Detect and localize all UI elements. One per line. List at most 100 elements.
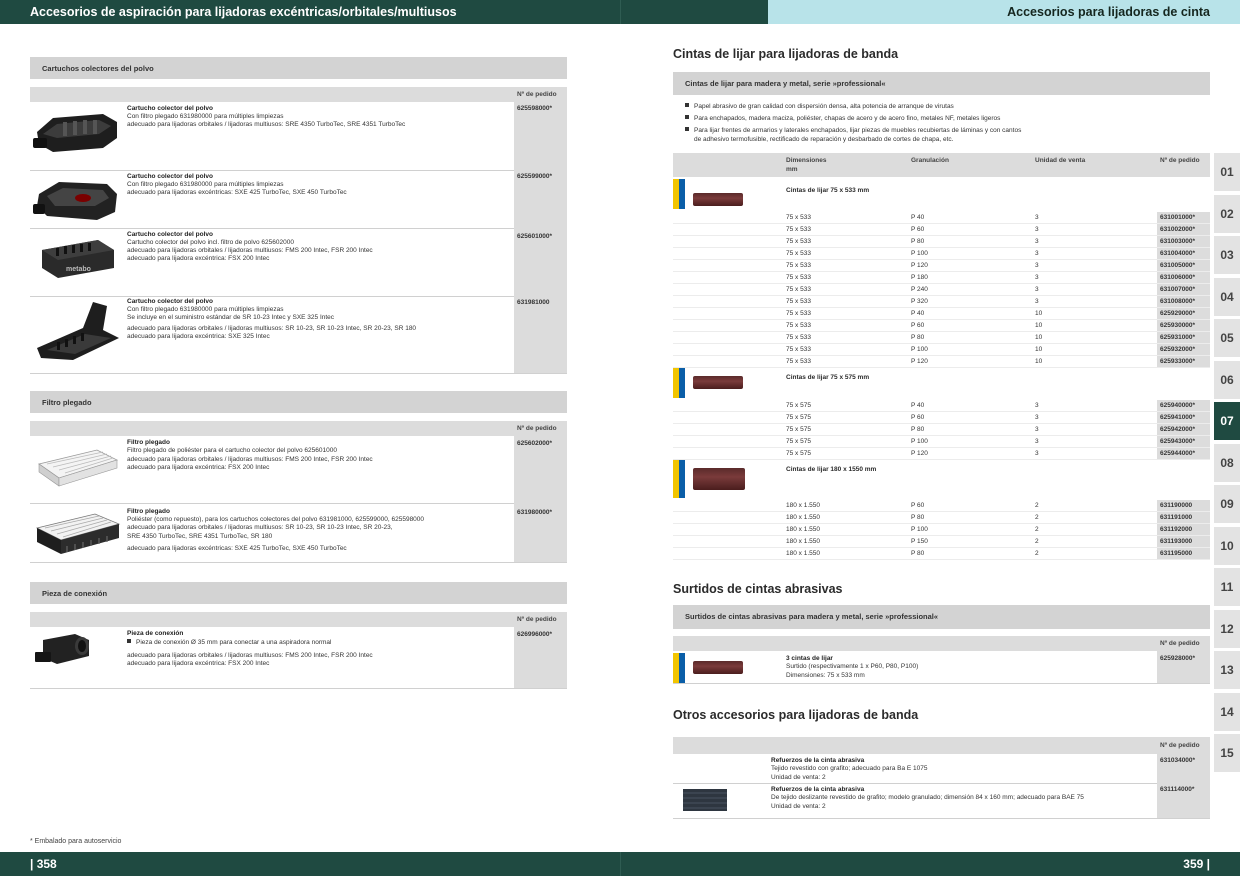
- chapter-tab-04[interactable]: 04: [1214, 277, 1240, 318]
- chapter-tab-08[interactable]: 08: [1214, 443, 1240, 484]
- cell-order-number: 625944000*: [1157, 448, 1210, 459]
- chapter-tab-11[interactable]: 11: [1214, 568, 1240, 608]
- row-divider: [673, 683, 1210, 684]
- cell-order-number: 625931000*: [1157, 332, 1210, 343]
- belt-reinforcement-image: [683, 789, 727, 816]
- table-row: 75 x 533 P 120 10 625933000*: [673, 356, 1210, 368]
- chapter-tab-07[interactable]: 07: [1214, 402, 1240, 442]
- chapter-tab-09[interactable]: 09: [1214, 485, 1240, 525]
- cell-dimensions: 75 x 533: [786, 322, 811, 329]
- cell-granulation: P 100: [911, 526, 928, 533]
- product-line: adecuado para lijadoras orbitales / lija…: [127, 325, 417, 332]
- cell-order-number: 631190000: [1157, 500, 1210, 511]
- product-line: adecuado para lijadoras orbitales / lija…: [127, 652, 373, 659]
- cell-sales-unit: 2: [1035, 502, 1039, 509]
- section-title-filtro: Filtro plegado: [30, 391, 567, 413]
- order-number: 625598000*: [517, 105, 553, 112]
- chapter-tab-14[interactable]: 14: [1214, 692, 1240, 733]
- product-name: Filtro plegado: [127, 508, 170, 515]
- bullet-square-icon: [685, 103, 689, 107]
- cell-granulation: P 120: [911, 358, 928, 365]
- cell-order-number: 631001000*: [1157, 212, 1210, 223]
- subbar-surtidos: Surtidos de cintas abrasivas para madera…: [673, 605, 1210, 629]
- col-order-number: Nº de pedido: [1160, 157, 1200, 164]
- cell-granulation: P 60: [911, 226, 925, 233]
- product-line: Unidad de venta: 2: [771, 803, 826, 810]
- cell-sales-unit: 3: [1035, 226, 1039, 233]
- section-title-pieza: Pieza de conexión: [30, 582, 567, 604]
- table-row: 75 x 533 P 100 10 625932000*: [673, 344, 1210, 356]
- cell-sales-unit: 10: [1035, 358, 1043, 365]
- cell-order-number: 631195000: [1157, 548, 1210, 559]
- cell-dimensions: 75 x 575: [786, 438, 811, 445]
- table-row: 180 x 1.550 P 80 2 631191000: [673, 512, 1210, 524]
- cell-sales-unit: 3: [1035, 298, 1039, 305]
- chapter-tab-12[interactable]: 12: [1214, 609, 1240, 650]
- row-divider: [30, 562, 567, 563]
- product-line: Dimensiones: 75 x 533 mm: [786, 672, 865, 679]
- product-name: Cartucho colector del polvo: [127, 231, 213, 238]
- col-granulation: Granulación: [911, 157, 949, 164]
- bullet-square-icon: [685, 115, 689, 119]
- cell-sales-unit: 3: [1035, 414, 1039, 421]
- row-divider: [673, 783, 1157, 784]
- table-row: 75 x 533 P 80 3 631003000*: [673, 236, 1210, 248]
- table-row: 180 x 1.550 P 150 2 631193000: [673, 536, 1210, 548]
- cell-granulation: P 120: [911, 262, 928, 269]
- blue-strip: [679, 653, 685, 683]
- svg-text:metabo: metabo: [66, 266, 91, 273]
- row-divider: [30, 170, 514, 171]
- table-row: 75 x 533 P 40 10 625929000*: [673, 308, 1210, 320]
- table-row: 75 x 533 P 80 10 625931000*: [673, 332, 1210, 344]
- table-row: 180 x 1.550 P 80 2 631195000: [673, 548, 1210, 560]
- chapter-tab-13[interactable]: 13: [1214, 651, 1240, 691]
- product-line: Tejido revestido con grafito; adecuado p…: [771, 765, 928, 772]
- product-name: Cartucho colector del polvo: [127, 173, 213, 180]
- cell-granulation: P 40: [911, 310, 925, 317]
- cell-order-number: 625941000*: [1157, 412, 1210, 423]
- cell-granulation: P 40: [911, 214, 925, 221]
- product-line-text: Pieza de conexión Ø 35 mm para conectar …: [136, 639, 332, 646]
- cell-dimensions: 75 x 533: [786, 346, 811, 353]
- cell-sales-unit: 3: [1035, 402, 1039, 409]
- cell-granulation: P 60: [911, 502, 925, 509]
- cell-sales-unit: 3: [1035, 426, 1039, 433]
- chapter-tab-10[interactable]: 10: [1214, 526, 1240, 567]
- cell-order-number: 631008000*: [1157, 296, 1210, 307]
- chapter-tab-15[interactable]: 15: [1214, 734, 1240, 774]
- product-line: adecuado para lijadoras orbitales / lija…: [127, 524, 393, 531]
- cell-order-number: 631192000: [1157, 524, 1210, 535]
- cell-sales-unit: 3: [1035, 238, 1039, 245]
- cell-sales-unit: 2: [1035, 538, 1039, 545]
- chapter-tab-06[interactable]: 06: [1214, 360, 1240, 401]
- order-header-label: Nº de pedido: [517, 616, 557, 623]
- chapter-tab-05[interactable]: 05: [1214, 319, 1240, 359]
- belt-group-header: Cintas de lijar 180 x 1550 mm: [673, 460, 1210, 498]
- cell-granulation: P 40: [911, 402, 925, 409]
- cell-order-number: 625929000*: [1157, 308, 1210, 319]
- cell-granulation: P 80: [911, 426, 925, 433]
- table-row: 75 x 533 P 60 3 631002000*: [673, 224, 1210, 236]
- sanding-belt-image: [693, 468, 745, 490]
- order-header-bar: Nº de pedido: [30, 421, 567, 436]
- bottom-footer-bar: | 358 359 |: [0, 852, 1240, 876]
- cell-dimensions: 75 x 575: [786, 426, 811, 433]
- cell-granulation: P 320: [911, 298, 928, 305]
- order-header-bar: Nº de pedido: [30, 612, 567, 627]
- cell-order-number: 631003000*: [1157, 236, 1210, 247]
- order-header-label: Nº de pedido: [517, 425, 557, 432]
- product-line: SRE 4350 TurboTec, SRE 4351 TurboTec, SR…: [127, 533, 273, 540]
- cell-dimensions: 75 x 533: [786, 286, 811, 293]
- chapter-tab-02[interactable]: 02: [1214, 194, 1240, 235]
- feature-text: Papel abrasivo de gran calidad con dispe…: [694, 103, 954, 110]
- chapter-tab-01[interactable]: 01: [1214, 153, 1240, 193]
- cell-sales-unit: 10: [1035, 310, 1043, 317]
- dust-cartridge-image: [33, 108, 121, 165]
- blue-strip: [679, 368, 685, 398]
- table-row: 75 x 533 P 60 10 625930000*: [673, 320, 1210, 332]
- cell-dimensions: 75 x 533: [786, 238, 811, 245]
- cell-dimensions: 75 x 575: [786, 414, 811, 421]
- belt-group-title: Cintas de lijar 75 x 533 mm: [786, 187, 870, 194]
- cell-dimensions: 75 x 533: [786, 226, 811, 233]
- chapter-tab-03[interactable]: 03: [1214, 236, 1240, 276]
